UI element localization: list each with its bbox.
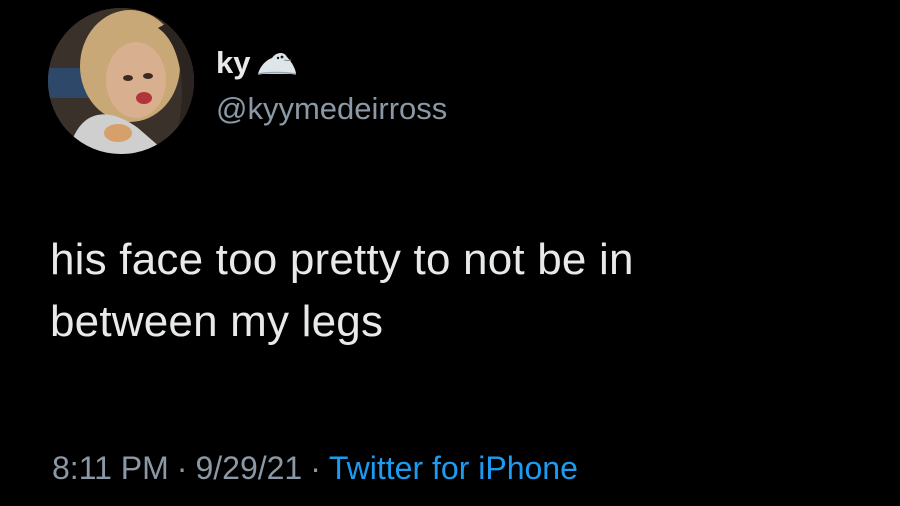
avatar[interactable] [48, 8, 194, 154]
tweet-source-link[interactable]: Twitter for iPhone [329, 450, 578, 486]
seal-icon [254, 48, 298, 78]
tweet-header: ky @kyymedeirross [48, 8, 447, 154]
tweet-text: his face too pretty to not be in between… [50, 229, 880, 353]
display-name-row[interactable]: ky [216, 41, 447, 85]
tweet-date[interactable]: 9/29/21 [195, 450, 302, 486]
meta-separator: · [176, 450, 188, 486]
profile-photo [48, 8, 194, 154]
meta-separator: · [310, 450, 321, 486]
user-names: ky @kyymedeirross [216, 41, 447, 124]
tweet-text-line: between my legs [50, 297, 384, 346]
tweet-text-line: his face too pretty to not be in [50, 235, 634, 284]
tweet-meta: 8:11 PM · 9/29/21 · Twitter for iPhone [52, 450, 578, 487]
tweet-time[interactable]: 8:11 PM [52, 450, 169, 486]
tweet-card: ky @kyymedeirross his face too pretty to… [0, 0, 900, 506]
user-handle[interactable]: @kyymedeirross [216, 93, 447, 124]
display-name[interactable]: ky [216, 47, 250, 78]
